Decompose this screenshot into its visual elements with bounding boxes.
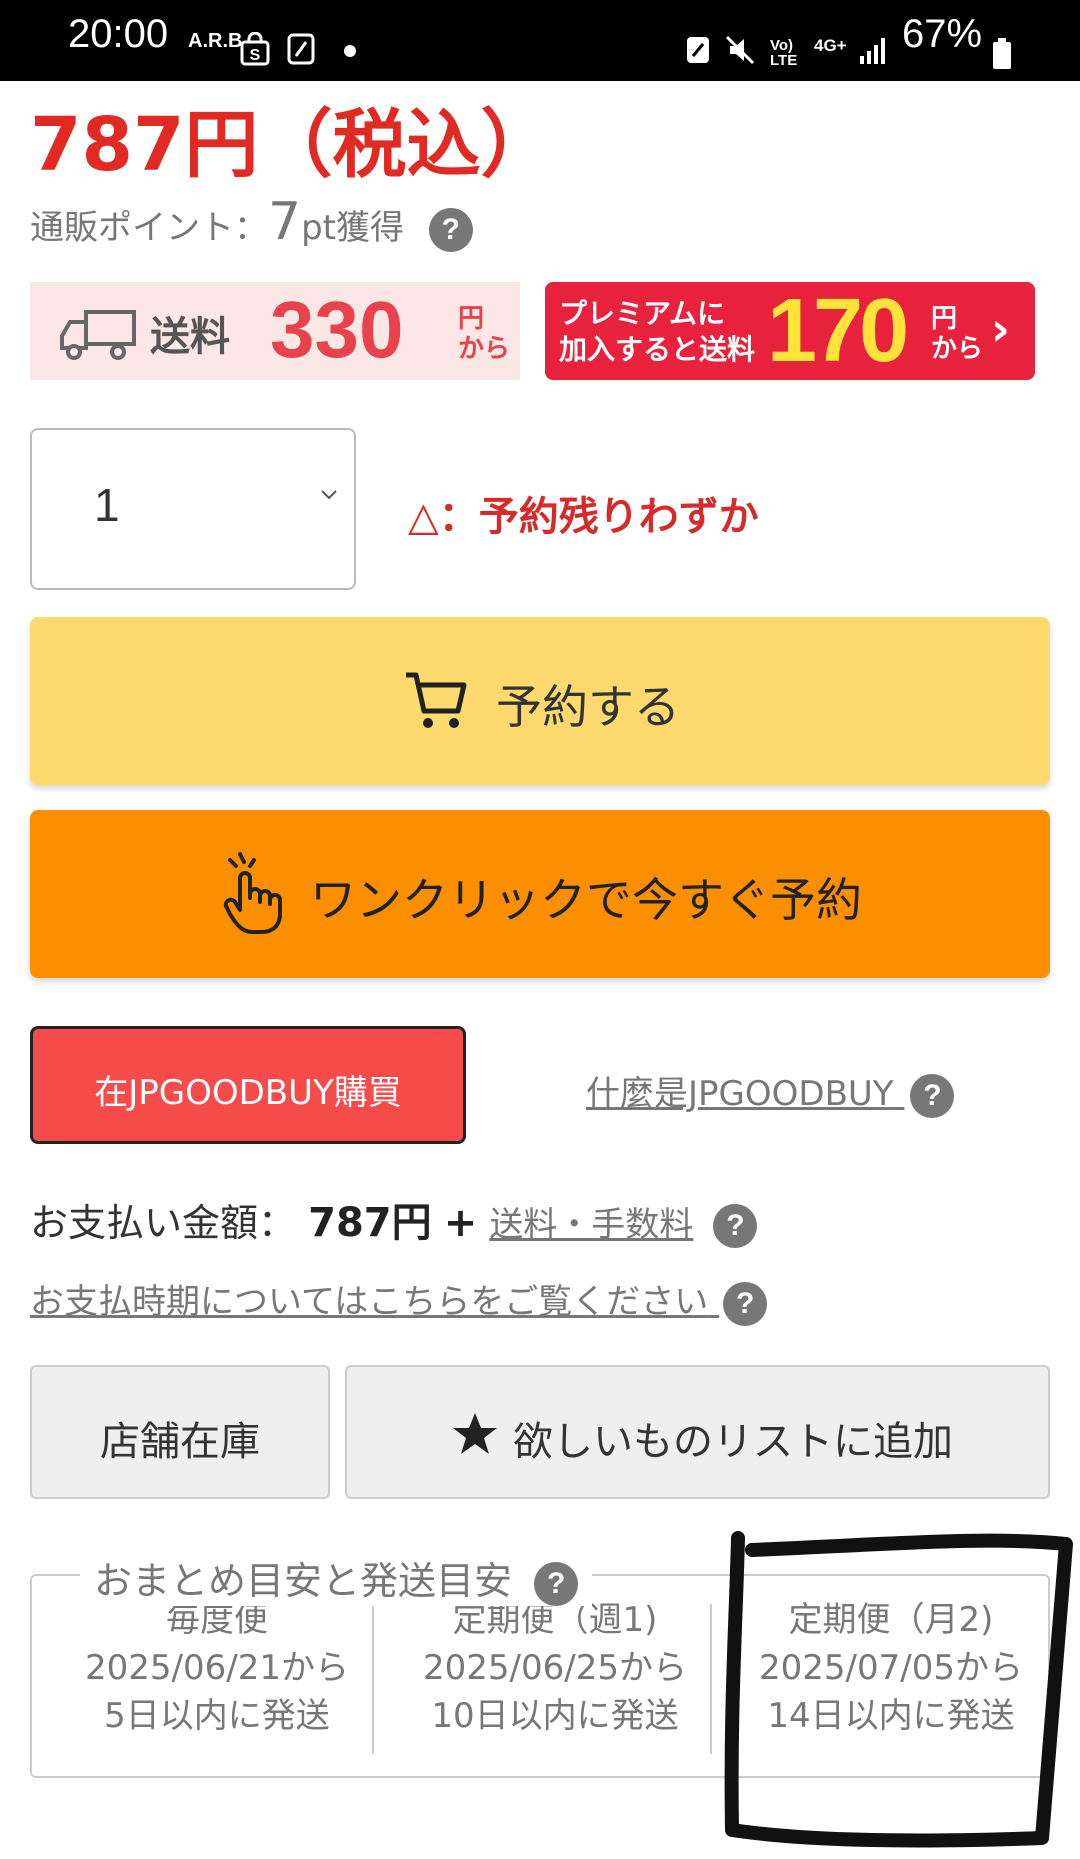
network-type: 4G+ [814, 36, 847, 55]
tap-hand-icon [223, 852, 282, 934]
premium-shipping-banner[interactable]: プレミアムに 加入すると送料 170 円 から › [545, 281, 1035, 381]
schedule-help-icon[interactable]: ? [534, 1561, 579, 1606]
schedule-column-each: 毎度便 2025/06/21から 5日以内に発送 [52, 1596, 382, 1740]
product-price: 787円（税込） [30, 102, 555, 188]
app-notification-icon [287, 33, 315, 65]
hand-drawn-highlight-box [724, 1531, 1073, 1848]
jpgoodbuy-help-icon[interactable]: ? [910, 1073, 955, 1118]
one-click-reserve-button[interactable]: ワンクリックで今すぐ予約 [30, 810, 1050, 978]
cart-icon [406, 672, 467, 728]
truck-icon [60, 310, 136, 360]
shipping-fees-link[interactable]: 送料・手数料 [489, 1205, 693, 1245]
premium-amount: 170 [767, 281, 909, 381]
reserve-button[interactable]: 予約する [30, 617, 1050, 785]
add-to-wishlist-button[interactable]: 欲しいものリストに追加 [345, 1365, 1050, 1499]
chevron-down-icon [321, 490, 337, 500]
shopping-bag-icon: S [240, 32, 270, 66]
wishlist-label: 欲しいものリストに追加 [513, 1419, 953, 1465]
one-click-button-label: ワンクリックで今すぐ予約 [310, 873, 862, 927]
fees-help-icon[interactable]: ? [713, 1203, 758, 1248]
jpgoodbuy-button-label: 在JPGOODBUY購買 [94, 1073, 402, 1113]
premium-unit: 円 から [931, 304, 983, 364]
schedule-date: 2025/06/25から [423, 1648, 687, 1688]
premium-text: プレミアムに 加入すると送料 [559, 296, 755, 368]
points-value: 7 [268, 192, 302, 252]
mute-icon [725, 35, 755, 65]
shipping-amount: 330 [270, 285, 404, 374]
stock-status: △：予約残りわずか [408, 494, 759, 540]
schedule-title: おまとめ目安と発送目安 ? [80, 1550, 593, 1606]
status-bar: 20:00 A.R.B S Vo) LTE 4G+ 67% [0, 0, 1080, 81]
nfc-icon [687, 37, 709, 63]
premium-unit-yen: 円 [931, 304, 958, 334]
premium-text-line2: 加入すると送料 [559, 333, 756, 366]
payment-label: お支払い金額： [30, 1201, 297, 1245]
payment-plus: + [443, 1200, 478, 1246]
clock: 20:00 [68, 12, 169, 56]
battery-percent: 67% [902, 12, 983, 56]
payment-timing-link[interactable]: お支払時期についてはこちらをご覧ください ? [30, 1274, 768, 1326]
payment-timing-help-icon[interactable]: ? [723, 1281, 768, 1326]
schedule-date: 2025/06/21から [85, 1648, 349, 1688]
column-divider [372, 1604, 374, 1754]
reserve-button-label: 予約する [496, 680, 680, 734]
payment-timing-label: お支払時期についてはこちらをご覧ください [30, 1282, 709, 1322]
what-is-jpgoodbuy-link[interactable]: 什麼是JPGOODBUY ? [586, 1066, 955, 1118]
points-info: 通販ポイント：7pt獲得 ? [30, 192, 473, 252]
notification-dot [344, 45, 356, 57]
payment-amount-row: お支払い金額： 787円 + 送料・手数料 ? [30, 1190, 758, 1248]
points-help-icon[interactable]: ? [428, 207, 473, 252]
points-label: 通販ポイント： [30, 208, 268, 248]
premium-text-line1: プレミアムに [559, 297, 726, 330]
battery-icon [993, 38, 1011, 69]
payment-amount: 787円 [308, 1200, 432, 1246]
shipping-label: 送料 [150, 314, 230, 360]
star-icon [453, 1413, 497, 1454]
schedule-ship: 5日以内に発送 [104, 1696, 330, 1736]
schedule-ship: 10日以内に発送 [431, 1696, 679, 1736]
schedule-title-label: おまとめ目安と発送目安 [94, 1559, 513, 1603]
store-stock-label: 店舗在庫 [100, 1419, 260, 1465]
shipping-fee-banner: 送料 330 円 から [30, 282, 520, 380]
shipping-unit-yen: 円 [458, 304, 485, 334]
what-is-jpgoodbuy-label: 什麼是JPGOODBUY [586, 1074, 894, 1114]
premium-unit-from: から [931, 334, 984, 364]
svg-text:S: S [250, 47, 261, 64]
quantity-select[interactable]: 1 [30, 428, 356, 590]
signal-icon [860, 38, 885, 64]
shipping-unit: 円 から [458, 304, 510, 364]
store-stock-button[interactable]: 店舗在庫 [30, 1365, 330, 1499]
quantity-value: 1 [94, 479, 120, 531]
points-unit: pt獲得 [301, 208, 405, 248]
jpgoodbuy-button[interactable]: 在JPGOODBUY購買 [30, 1026, 466, 1144]
carrier-tag: A.R.B [188, 30, 243, 52]
chevron-right-icon: › [991, 302, 1010, 356]
schedule-column-weekly: 定期便（週1) 2025/06/25から 10日以内に発送 [390, 1596, 720, 1740]
shipping-unit-from: から [458, 334, 511, 364]
volte-indicator: Vo) LTE [770, 37, 798, 69]
